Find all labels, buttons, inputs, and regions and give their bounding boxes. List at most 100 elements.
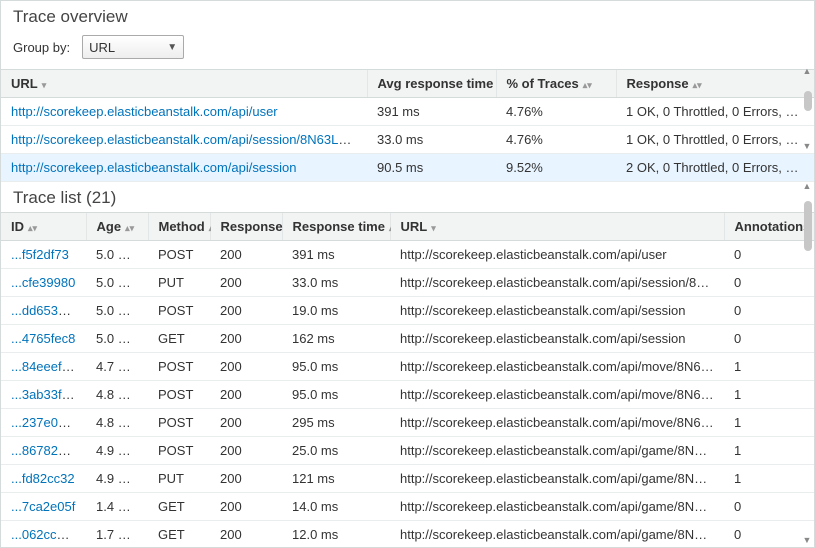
col-response[interactable]: Response▴▾ [210,213,282,241]
col-rt[interactable]: Response time▴▾ [282,213,390,241]
trace-url-cell: http://scorekeep.elasticbeanstalk.com/ap… [390,409,724,437]
tracelist-row[interactable]: ...f5f2df735.0 minPOST200391 mshttp://sc… [1,241,814,269]
overview-url-link[interactable]: http://scorekeep.elasticbeanstalk.com/ap… [11,160,296,175]
group-by-select[interactable]: URL ▼ [82,35,184,59]
sort-updown-icon: ▴▾ [693,81,702,90]
trace-id-cell[interactable]: ...84eeef29 [1,353,86,381]
trace-id-link[interactable]: ...86782227 [11,443,80,458]
trace-url-cell: http://scorekeep.elasticbeanstalk.com/ap… [390,381,724,409]
trace-id-link[interactable]: ...062ccac5 [11,527,78,542]
trace-id-cell[interactable]: ...86782227 [1,437,86,465]
overview-pct-cell: 9.52% [496,154,616,182]
trace-method-cell: POST [148,437,210,465]
tracelist-row[interactable]: ...062ccac51.7 minGET20012.0 mshttp://sc… [1,521,814,548]
trace-id-link[interactable]: ...4765fec8 [11,331,75,346]
col-resp[interactable]: Response▴▾ [616,70,814,98]
tracelist-scroll-thumb[interactable] [804,201,812,251]
tracelist-row[interactable]: ...cfe399805.0 minPUT20033.0 mshttp://sc… [1,269,814,297]
sort-caret-icon: ▾ [42,81,47,90]
trace-rt-cell: 33.0 ms [282,269,390,297]
trace-age-cell: 4.9 min [86,465,148,493]
tracelist-row[interactable]: ...4765fec85.0 minGET200162 mshttp://sco… [1,325,814,353]
col-pct[interactable]: % of Traces▴▾ [496,70,616,98]
trace-id-link[interactable]: ...237e0705 [11,415,80,430]
col-age[interactable]: Age▴▾ [86,213,148,241]
trace-ann-cell: 1 [724,409,814,437]
trace-url-cell: http://scorekeep.elasticbeanstalk.com/ap… [390,465,724,493]
overview-row[interactable]: http://scorekeep.elasticbeanstalk.com/ap… [1,98,814,126]
trace-url-cell: http://scorekeep.elasticbeanstalk.com/ap… [390,493,724,521]
col-url[interactable]: URL▾ [1,70,367,98]
trace-id-link[interactable]: ...fd82cc32 [11,471,75,486]
tracelist-row[interactable]: ...84eeef294.7 minPOST20095.0 mshttp://s… [1,353,814,381]
trace-ann-cell: 1 [724,381,814,409]
scroll-up-icon[interactable]: ▲ [802,181,812,191]
trace-age-cell: 4.7 min [86,353,148,381]
trace-age-cell: 4.9 min [86,437,148,465]
tracelist-row[interactable]: ...867822274.9 minPOST20025.0 mshttp://s… [1,437,814,465]
group-by-value: URL [89,40,115,55]
trace-id-cell[interactable]: ...237e0705 [1,409,86,437]
overview-resp-cell: 1 OK, 0 Throttled, 0 Errors, 0 Faults [616,126,814,154]
overview-url-cell[interactable]: http://scorekeep.elasticbeanstalk.com/ap… [1,126,367,154]
overview-scroll-thumb[interactable] [804,91,812,111]
trace-age-cell: 1.4 min [86,493,148,521]
tracelist-row[interactable]: ...7ca2e05f1.4 minGET20014.0 mshttp://sc… [1,493,814,521]
trace-id-link[interactable]: ...dd653e4c [11,303,79,318]
col-id[interactable]: ID▴▾ [1,213,86,241]
col-avg[interactable]: Avg response time▴▾ [367,70,496,98]
overview-pct-cell: 4.76% [496,126,616,154]
trace-ann-cell: 1 [724,465,814,493]
trace-response-cell: 200 [210,353,282,381]
trace-id-link[interactable]: ...7ca2e05f [11,499,75,514]
overview-row[interactable]: http://scorekeep.elasticbeanstalk.com/ap… [1,126,814,154]
overview-avg-cell: 90.5 ms [367,154,496,182]
trace-rt-cell: 95.0 ms [282,353,390,381]
trace-rt-cell: 121 ms [282,465,390,493]
trace-ann-cell: 1 [724,437,814,465]
col-method[interactable]: Method▴▾ [148,213,210,241]
sort-updown-icon: ▴▾ [125,224,134,233]
overview-url-link[interactable]: http://scorekeep.elasticbeanstalk.com/ap… [11,132,365,147]
col-url[interactable]: URL▾ [390,213,724,241]
trace-id-cell[interactable]: ...dd653e4c [1,297,86,325]
page-root: Trace overview Group by: URL ▼ URL▾ Avg … [0,0,815,548]
trace-method-cell: POST [148,241,210,269]
tracelist-row[interactable]: ...3ab33fdb4.8 minPOST20095.0 mshttp://s… [1,381,814,409]
trace-id-cell[interactable]: ...4765fec8 [1,325,86,353]
tracelist-row[interactable]: ...fd82cc324.9 minPUT200121 mshttp://sco… [1,465,814,493]
tracelist-row[interactable]: ...237e07054.8 minPOST200295 mshttp://sc… [1,409,814,437]
trace-ann-cell: 0 [724,297,814,325]
trace-rt-cell: 162 ms [282,325,390,353]
group-by-label: Group by: [13,40,70,55]
overview-url-link[interactable]: http://scorekeep.elasticbeanstalk.com/ap… [11,104,278,119]
trace-rt-cell: 14.0 ms [282,493,390,521]
group-by-row: Group by: URL ▼ [1,31,814,69]
trace-id-link[interactable]: ...84eeef29 [11,359,76,374]
trace-method-cell: POST [148,409,210,437]
scroll-down-icon[interactable]: ▼ [802,535,812,545]
trace-id-link[interactable]: ...f5f2df73 [11,247,69,262]
trace-id-cell[interactable]: ...fd82cc32 [1,465,86,493]
trace-overview-section: Trace overview Group by: URL ▼ URL▾ Avg … [1,1,814,182]
trace-response-cell: 200 [210,521,282,548]
tracelist-row[interactable]: ...dd653e4c5.0 minPOST20019.0 mshttp://s… [1,297,814,325]
trace-id-cell[interactable]: ...f5f2df73 [1,241,86,269]
trace-id-link[interactable]: ...cfe39980 [11,275,75,290]
overview-url-cell[interactable]: http://scorekeep.elasticbeanstalk.com/ap… [1,98,367,126]
overview-row[interactable]: http://scorekeep.elasticbeanstalk.com/ap… [1,154,814,182]
trace-age-cell: 5.0 min [86,325,148,353]
scroll-up-icon[interactable]: ▲ [802,66,812,76]
trace-id-cell[interactable]: ...062ccac5 [1,521,86,548]
col-ann[interactable]: Annotations▴▾ [724,213,814,241]
scroll-down-icon[interactable]: ▼ [802,141,812,151]
sort-updown-icon: ▴▾ [28,224,37,233]
trace-id-link[interactable]: ...3ab33fdb [11,387,76,402]
trace-rt-cell: 25.0 ms [282,437,390,465]
trace-id-cell[interactable]: ...3ab33fdb [1,381,86,409]
trace-id-cell[interactable]: ...cfe39980 [1,269,86,297]
overview-url-cell[interactable]: http://scorekeep.elasticbeanstalk.com/ap… [1,154,367,182]
trace-age-cell: 4.8 min [86,381,148,409]
trace-id-cell[interactable]: ...7ca2e05f [1,493,86,521]
trace-response-cell: 200 [210,409,282,437]
